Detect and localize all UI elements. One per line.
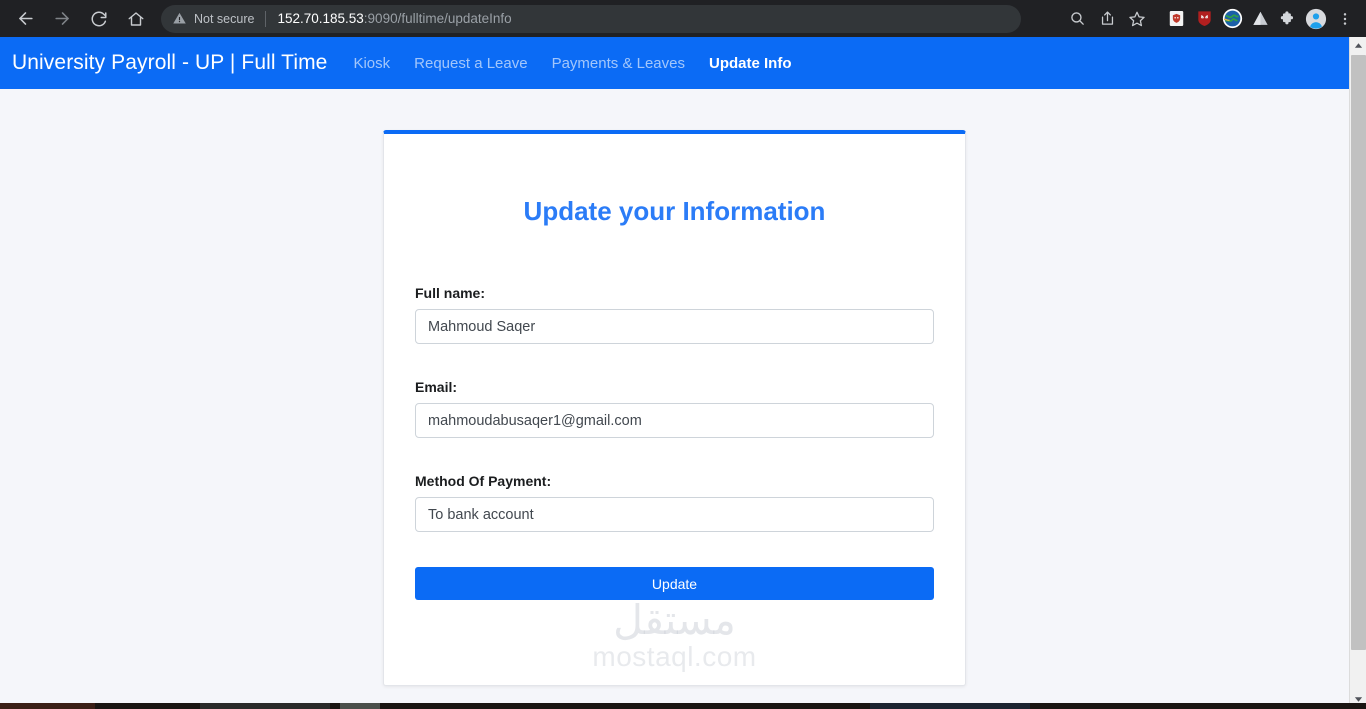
watermark-arabic-text: مستقل (613, 596, 736, 645)
browser-toolbar: Not secure 152.70.185.53:9090/fulltime/u… (0, 0, 1366, 37)
url-path: :9090/fulltime/updateInfo (363, 11, 512, 26)
extension-redfox-icon[interactable] (1190, 5, 1218, 33)
omnibox-divider (265, 10, 267, 27)
navbar-links: Kiosk Request a Leave Payments & Leaves … (353, 55, 791, 72)
scrollbar-track[interactable] (1350, 54, 1366, 692)
extension-triangle-icon[interactable] (1246, 5, 1274, 33)
extension-globe-icon[interactable] (1218, 5, 1246, 33)
profile-avatar-icon[interactable] (1302, 5, 1330, 33)
home-icon[interactable] (121, 4, 151, 34)
os-taskbar-sliver (0, 703, 1366, 709)
form-group-method-of-payment: Method Of Payment: (415, 473, 934, 532)
method-of-payment-input[interactable] (415, 497, 934, 532)
scroll-up-arrow-icon[interactable] (1350, 37, 1366, 54)
label-full-name: Full name: (415, 285, 486, 301)
search-icon[interactable] (1062, 4, 1092, 34)
update-info-form: Full name: Email: Method Of Payment: Upd… (415, 227, 934, 600)
email-input[interactable] (415, 403, 934, 438)
nav-link-update-info[interactable]: Update Info (709, 55, 792, 72)
form-group-email: Email: (415, 379, 934, 438)
card-container: Update your Information Full name: Email… (0, 89, 1349, 686)
bookmark-star-icon[interactable] (1122, 4, 1152, 34)
taskbar-segment (340, 703, 380, 709)
taskbar-segment (0, 703, 95, 709)
forward-arrow-icon[interactable] (47, 4, 77, 34)
site-navbar: University Payroll - UP | Full Time Kios… (0, 37, 1349, 89)
label-email: Email: (415, 379, 458, 395)
form-group-full-name: Full name: (415, 285, 934, 344)
full-name-input[interactable] (415, 309, 934, 344)
update-info-card: Update your Information Full name: Email… (383, 130, 966, 686)
watermark-latin-text: mostaql.com (592, 641, 757, 673)
page-title: Update your Information (523, 196, 826, 226)
url-host: 152.70.185.53 (277, 11, 364, 26)
scrollbar-thumb[interactable] (1351, 55, 1366, 650)
nav-link-kiosk[interactable]: Kiosk (353, 55, 390, 72)
extension-shield-icon[interactable] (1162, 5, 1190, 33)
page-viewport: University Payroll - UP | Full Time Kios… (0, 37, 1349, 703)
nav-link-payments-and-leaves[interactable]: Payments & Leaves (552, 55, 685, 72)
vertical-scrollbar[interactable] (1349, 37, 1366, 709)
warning-triangle-icon[interactable] (172, 11, 187, 26)
taskbar-segment (870, 703, 1030, 709)
nav-link-request-a-leave[interactable]: Request a Leave (414, 55, 527, 72)
back-arrow-icon[interactable] (10, 4, 40, 34)
reload-icon[interactable] (84, 4, 114, 34)
mostaql-watermark: مستقل mostaql.com (384, 599, 965, 673)
address-bar[interactable]: Not secure 152.70.185.53:9090/fulltime/u… (161, 4, 1021, 33)
extensions-puzzle-icon[interactable] (1274, 5, 1302, 33)
share-icon[interactable] (1092, 4, 1122, 34)
navbar-brand[interactable]: University Payroll - UP | Full Time (12, 51, 327, 75)
taskbar-segment (200, 703, 330, 709)
toolbar-right-group (1062, 4, 1366, 34)
update-button[interactable]: Update (415, 567, 934, 600)
label-method-of-payment: Method Of Payment: (415, 473, 552, 489)
chrome-menu-icon[interactable] (1330, 4, 1360, 34)
security-status-label: Not secure (194, 11, 255, 26)
url-text[interactable]: 152.70.185.53:9090/fulltime/updateInfo (277, 11, 511, 26)
